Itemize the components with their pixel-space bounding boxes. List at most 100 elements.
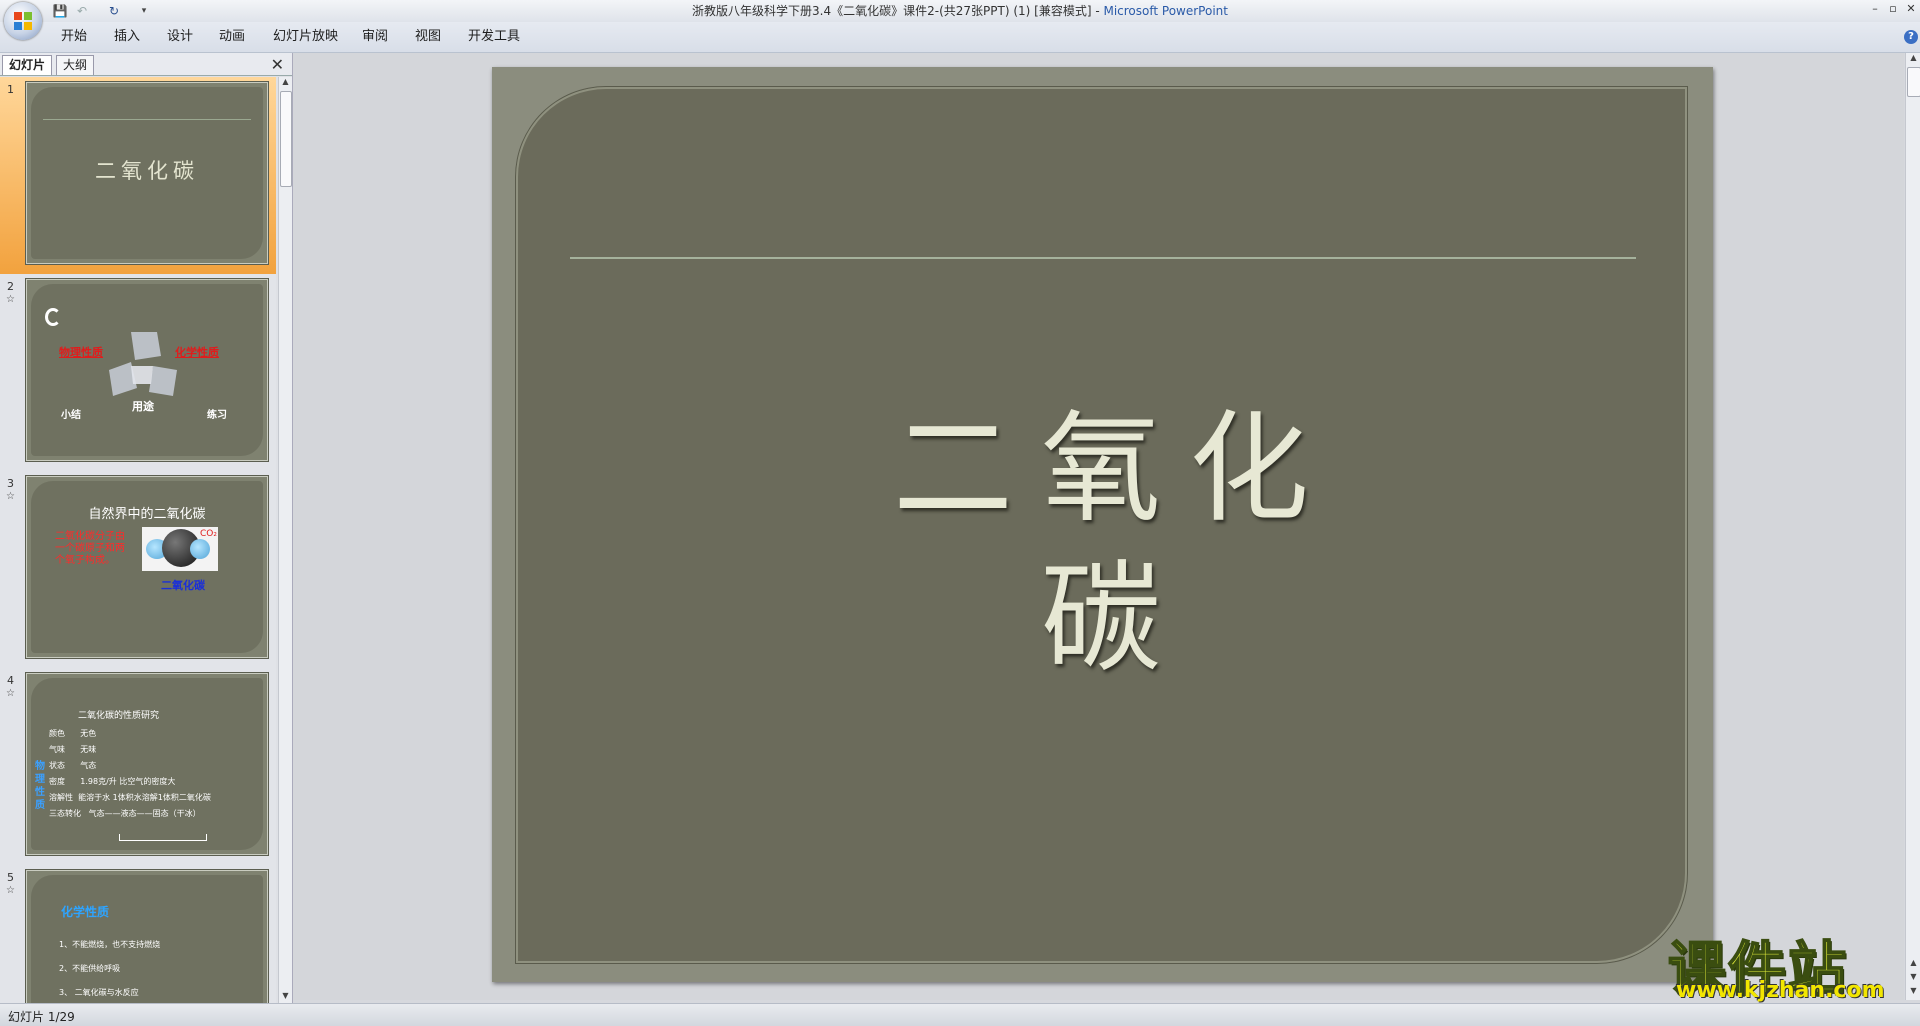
next-slide-icon[interactable]: ▼ — [1906, 972, 1920, 984]
minimize-button[interactable]: – — [1868, 2, 1882, 16]
thumb-caption: 二氧化碳 — [161, 579, 205, 592]
title-rule — [43, 119, 251, 120]
animation-star-icon: ☆ — [6, 885, 15, 896]
tab-animations[interactable]: 动画 — [219, 22, 245, 52]
tab-view[interactable]: 视图 — [415, 22, 441, 52]
tab-outline[interactable]: 大纲 — [56, 55, 95, 75]
slide-preview: 自然界中的二氧化碳 二氧化碳分子由一个碳原子和两个氧子构成。 CO₂ 二氧化碳 — [25, 475, 269, 659]
tab-slides[interactable]: 幻灯片 — [2, 55, 53, 75]
tab-review[interactable]: 审阅 — [362, 22, 388, 52]
thumb-title: 二氧化碳的性质研究 — [78, 711, 160, 721]
editor-scrollbar[interactable]: ▲ ▲ ▼ ▼ — [1905, 53, 1920, 1000]
scrollbar-thumb[interactable] — [280, 91, 292, 187]
thumb-text: 二氧化碳分子由一个碳原子和两个氧子构成。 — [55, 531, 125, 566]
slide-preview: 物理性质 化学性质 用途 小结 练习 — [25, 278, 269, 462]
scroll-up-icon[interactable]: ▲ — [1906, 53, 1920, 65]
slide-thumbnail-5[interactable]: 5 ☆ 化学性质 1、不能燃烧，也不支持燃烧 2、不能供给呼吸 3、 二氧化碳与… — [0, 865, 276, 1003]
table-row: 溶解性 能溶于水 1体积水溶解1体积二氧化碳 — [49, 790, 211, 806]
scroll-down-icon[interactable]: ▼ — [1906, 986, 1920, 998]
office-logo-icon — [14, 12, 32, 30]
previous-slide-icon[interactable]: ▲ — [1906, 958, 1920, 970]
recycle-graphic — [109, 332, 177, 396]
slide-thumbnail-4[interactable]: 4 ☆ 二氧化碳的性质研究 物理性质 颜色 无色 气味 无味 状态 气态 密度 … — [0, 668, 276, 865]
thumb-label-physical: 物理性质 — [59, 346, 103, 359]
table-row: 三态转化 气态——液态——固态（干冰） — [49, 806, 211, 822]
thumb-label-use: 用途 — [132, 400, 154, 413]
document-title: 浙教版八年级科学下册3.4《二氧化碳》课件2-(共27张PPT) (1) [兼容… — [692, 4, 1104, 18]
slide-title-rule — [570, 257, 1636, 259]
thumb-title: 自然界中的二氧化碳 — [88, 507, 206, 522]
thumb-label-summary: 小结 — [61, 410, 81, 421]
slide-thumbnails: 1 二氧化碳 2 ☆ 物理性质 化学性质 用途 小结 练习 3 ☆ 自然界中的二… — [0, 77, 276, 1003]
thumb-label-practice: 练习 — [207, 410, 227, 421]
slide-number: 3 — [7, 477, 14, 490]
tab-home[interactable]: 开始 — [61, 22, 87, 52]
prop-key: 状态 — [49, 761, 65, 770]
slide-thumbnail-1[interactable]: 1 二氧化碳 — [0, 77, 276, 274]
slide-thumbnail-2[interactable]: 2 ☆ 物理性质 化学性质 用途 小结 练习 — [0, 274, 276, 471]
prop-key: 气味 — [49, 745, 65, 754]
restore-button[interactable]: ▫ — [1886, 2, 1900, 16]
slide-number: 2 — [7, 280, 14, 293]
slide-number: 1 — [7, 83, 14, 96]
prop-key: 溶解性 — [49, 793, 73, 802]
redo-icon[interactable]: ↻ — [106, 3, 122, 19]
formula-label: CO₂ — [200, 529, 217, 539]
tab-insert[interactable]: 插入 — [114, 22, 140, 52]
thumb-side-label: 物理性质 — [35, 761, 45, 811]
close-window-button[interactable]: ✕ — [1904, 2, 1918, 16]
bracket-line — [119, 834, 207, 841]
tab-developer[interactable]: 开发工具 — [468, 22, 520, 52]
properties-table: 颜色 无色 气味 无味 状态 气态 密度 1.98克/升 比空气的密度大 溶解性… — [49, 726, 211, 822]
slide-counter: 幻灯片 1/29 — [8, 1010, 75, 1024]
title-bar: 浙教版八年级科学下册3.4《二氧化碳》课件2-(共27张PPT) (1) [兼容… — [0, 0, 1920, 22]
thumb-title: 二氧化碳 — [95, 159, 199, 183]
tab-slideshow[interactable]: 幻灯片放映 — [273, 22, 338, 52]
list-item: 1、不能燃烧，也不支持燃烧 — [59, 940, 161, 949]
slide-number: 5 — [7, 871, 14, 884]
list-item: 3、 二氧化碳与水反应 — [59, 988, 139, 997]
window-title: 浙教版八年级科学下册3.4《二氧化碳》课件2-(共27张PPT) (1) [兼容… — [0, 0, 1920, 22]
prop-key: 颜色 — [49, 729, 65, 738]
slide-preview: 二氧化碳 — [25, 81, 269, 265]
tab-design[interactable]: 设计 — [167, 22, 193, 52]
watermark-url: www.kjzhan.com — [1676, 978, 1885, 1003]
ribbon-tabs: 开始 插入 设计 动画 幻灯片放映 审阅 视图 开发工具 ? — [0, 22, 1920, 53]
scroll-down-icon[interactable]: ▼ — [279, 991, 292, 1003]
prop-value: 1.98克/升 比空气的密度大 — [80, 777, 176, 786]
slide-background: 自然界中的二氧化碳 二氧化碳分子由一个碳原子和两个氧子构成。 CO₂ 二氧化碳 — [31, 481, 263, 653]
slides-pane: 幻灯片 大纲 ✕ 1 二氧化碳 2 ☆ 物理性质 化学性质 用途 小结 练习 3… — [0, 53, 293, 1003]
slide-preview: 二氧化碳的性质研究 物理性质 颜色 无色 气味 无味 状态 气态 密度 1.98… — [25, 672, 269, 856]
undo-icon[interactable]: ↶ — [74, 3, 90, 19]
watermark: 课件站 www.kjzhan.com — [1667, 922, 1908, 1004]
slide-number: 4 — [7, 674, 14, 687]
scrollbar-thumb[interactable] — [1907, 67, 1920, 97]
pane-tabs: 幻灯片 大纲 ✕ — [0, 53, 292, 76]
save-icon[interactable]: 💾 — [52, 3, 68, 19]
slide-background: 二氧化碳的性质研究 物理性质 颜色 无色 气味 无味 状态 气态 密度 1.98… — [31, 678, 263, 850]
prop-value: 气态——液态——固态（干冰） — [88, 809, 201, 818]
slide-background: 物理性质 化学性质 用途 小结 练习 — [31, 284, 263, 456]
help-icon[interactable]: ? — [1904, 30, 1918, 44]
thumbnails-scrollbar[interactable]: ▲ ▼ — [278, 77, 292, 1003]
animation-star-icon: ☆ — [6, 294, 15, 305]
status-bar: 幻灯片 1/29 — [0, 1003, 1920, 1026]
table-row: 气味 无味 — [49, 742, 211, 758]
molecule-image: CO₂ — [142, 527, 218, 571]
table-row: 颜色 无色 — [49, 726, 211, 742]
slide-background: 化学性质 1、不能燃烧，也不支持燃烧 2、不能供给呼吸 3、 二氧化碳与水反应 — [31, 875, 263, 1003]
prop-value: 无色 — [80, 729, 97, 738]
table-row: 状态 气态 — [49, 758, 211, 774]
slide-thumbnail-3[interactable]: 3 ☆ 自然界中的二氧化碳 二氧化碳分子由一个碳原子和两个氧子构成。 CO₂ 二… — [0, 471, 276, 668]
thumb-label-chemical: 化学性质 — [175, 346, 219, 359]
office-button[interactable] — [4, 2, 42, 40]
scroll-up-icon[interactable]: ▲ — [279, 77, 292, 89]
slide-title[interactable]: 二氧化碳 — [880, 395, 1350, 689]
app-name: Microsoft PowerPoint — [1103, 4, 1228, 18]
customize-toolbar-icon[interactable]: ▾ — [136, 3, 152, 19]
close-pane-icon[interactable]: ✕ — [271, 55, 284, 74]
oxygen-atom — [190, 539, 210, 559]
decor-icon — [45, 308, 61, 326]
prop-key: 密度 — [49, 777, 65, 786]
prop-value: 能溶于水 1体积水溶解1体积二氧化碳 — [78, 793, 211, 802]
